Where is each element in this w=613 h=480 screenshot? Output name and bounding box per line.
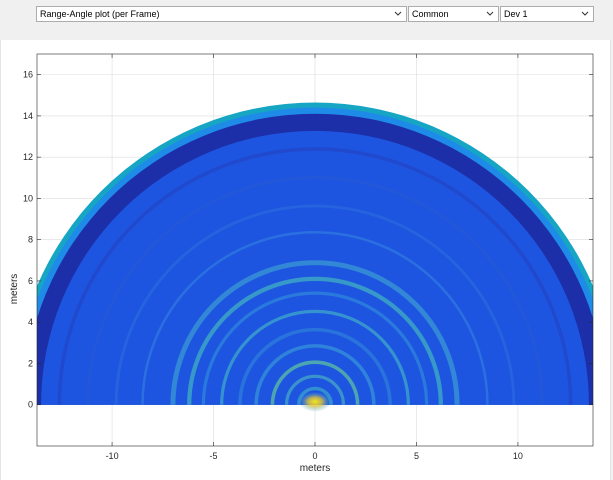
device-select[interactable]: Dev 1 xyxy=(500,6,594,22)
plot-type-value: Range-Angle plot (per Frame) xyxy=(40,9,160,19)
y-tick-label: 8 xyxy=(28,235,33,245)
chevron-down-icon xyxy=(579,7,591,21)
x-tick-label: 10 xyxy=(513,451,523,461)
y-tick-label: 16 xyxy=(23,70,33,80)
y-tick-label: 6 xyxy=(28,276,33,286)
y-tick-label: 14 xyxy=(23,111,33,121)
range-angle-plot: -10 -5 0 5 10 0 2 4 6 8 10 12 14 16 meters meters xyxy=(9,53,594,474)
x-tick-label: 0 xyxy=(312,451,317,461)
heatmap-hotspot xyxy=(299,391,331,412)
mode-value: Common xyxy=(412,9,449,19)
plot-type-select[interactable]: Range-Angle plot (per Frame) xyxy=(36,6,407,22)
y-axis-label: meters xyxy=(9,274,20,305)
chevron-down-icon xyxy=(484,7,496,21)
y-tick-label: 4 xyxy=(28,317,33,327)
y-tick-label: 12 xyxy=(23,152,33,162)
x-axis-label: meters xyxy=(300,463,331,474)
x-tick-label: 5 xyxy=(414,451,419,461)
mode-select[interactable]: Common xyxy=(408,6,499,22)
device-value: Dev 1 xyxy=(504,9,528,19)
y-tick-label: 0 xyxy=(28,400,33,410)
chevron-down-icon xyxy=(392,7,404,21)
x-tick-label: -10 xyxy=(106,451,119,461)
x-tick-label: -5 xyxy=(210,451,218,461)
y-tick-label: 10 xyxy=(23,193,33,203)
y-tick-label: 2 xyxy=(28,358,33,368)
